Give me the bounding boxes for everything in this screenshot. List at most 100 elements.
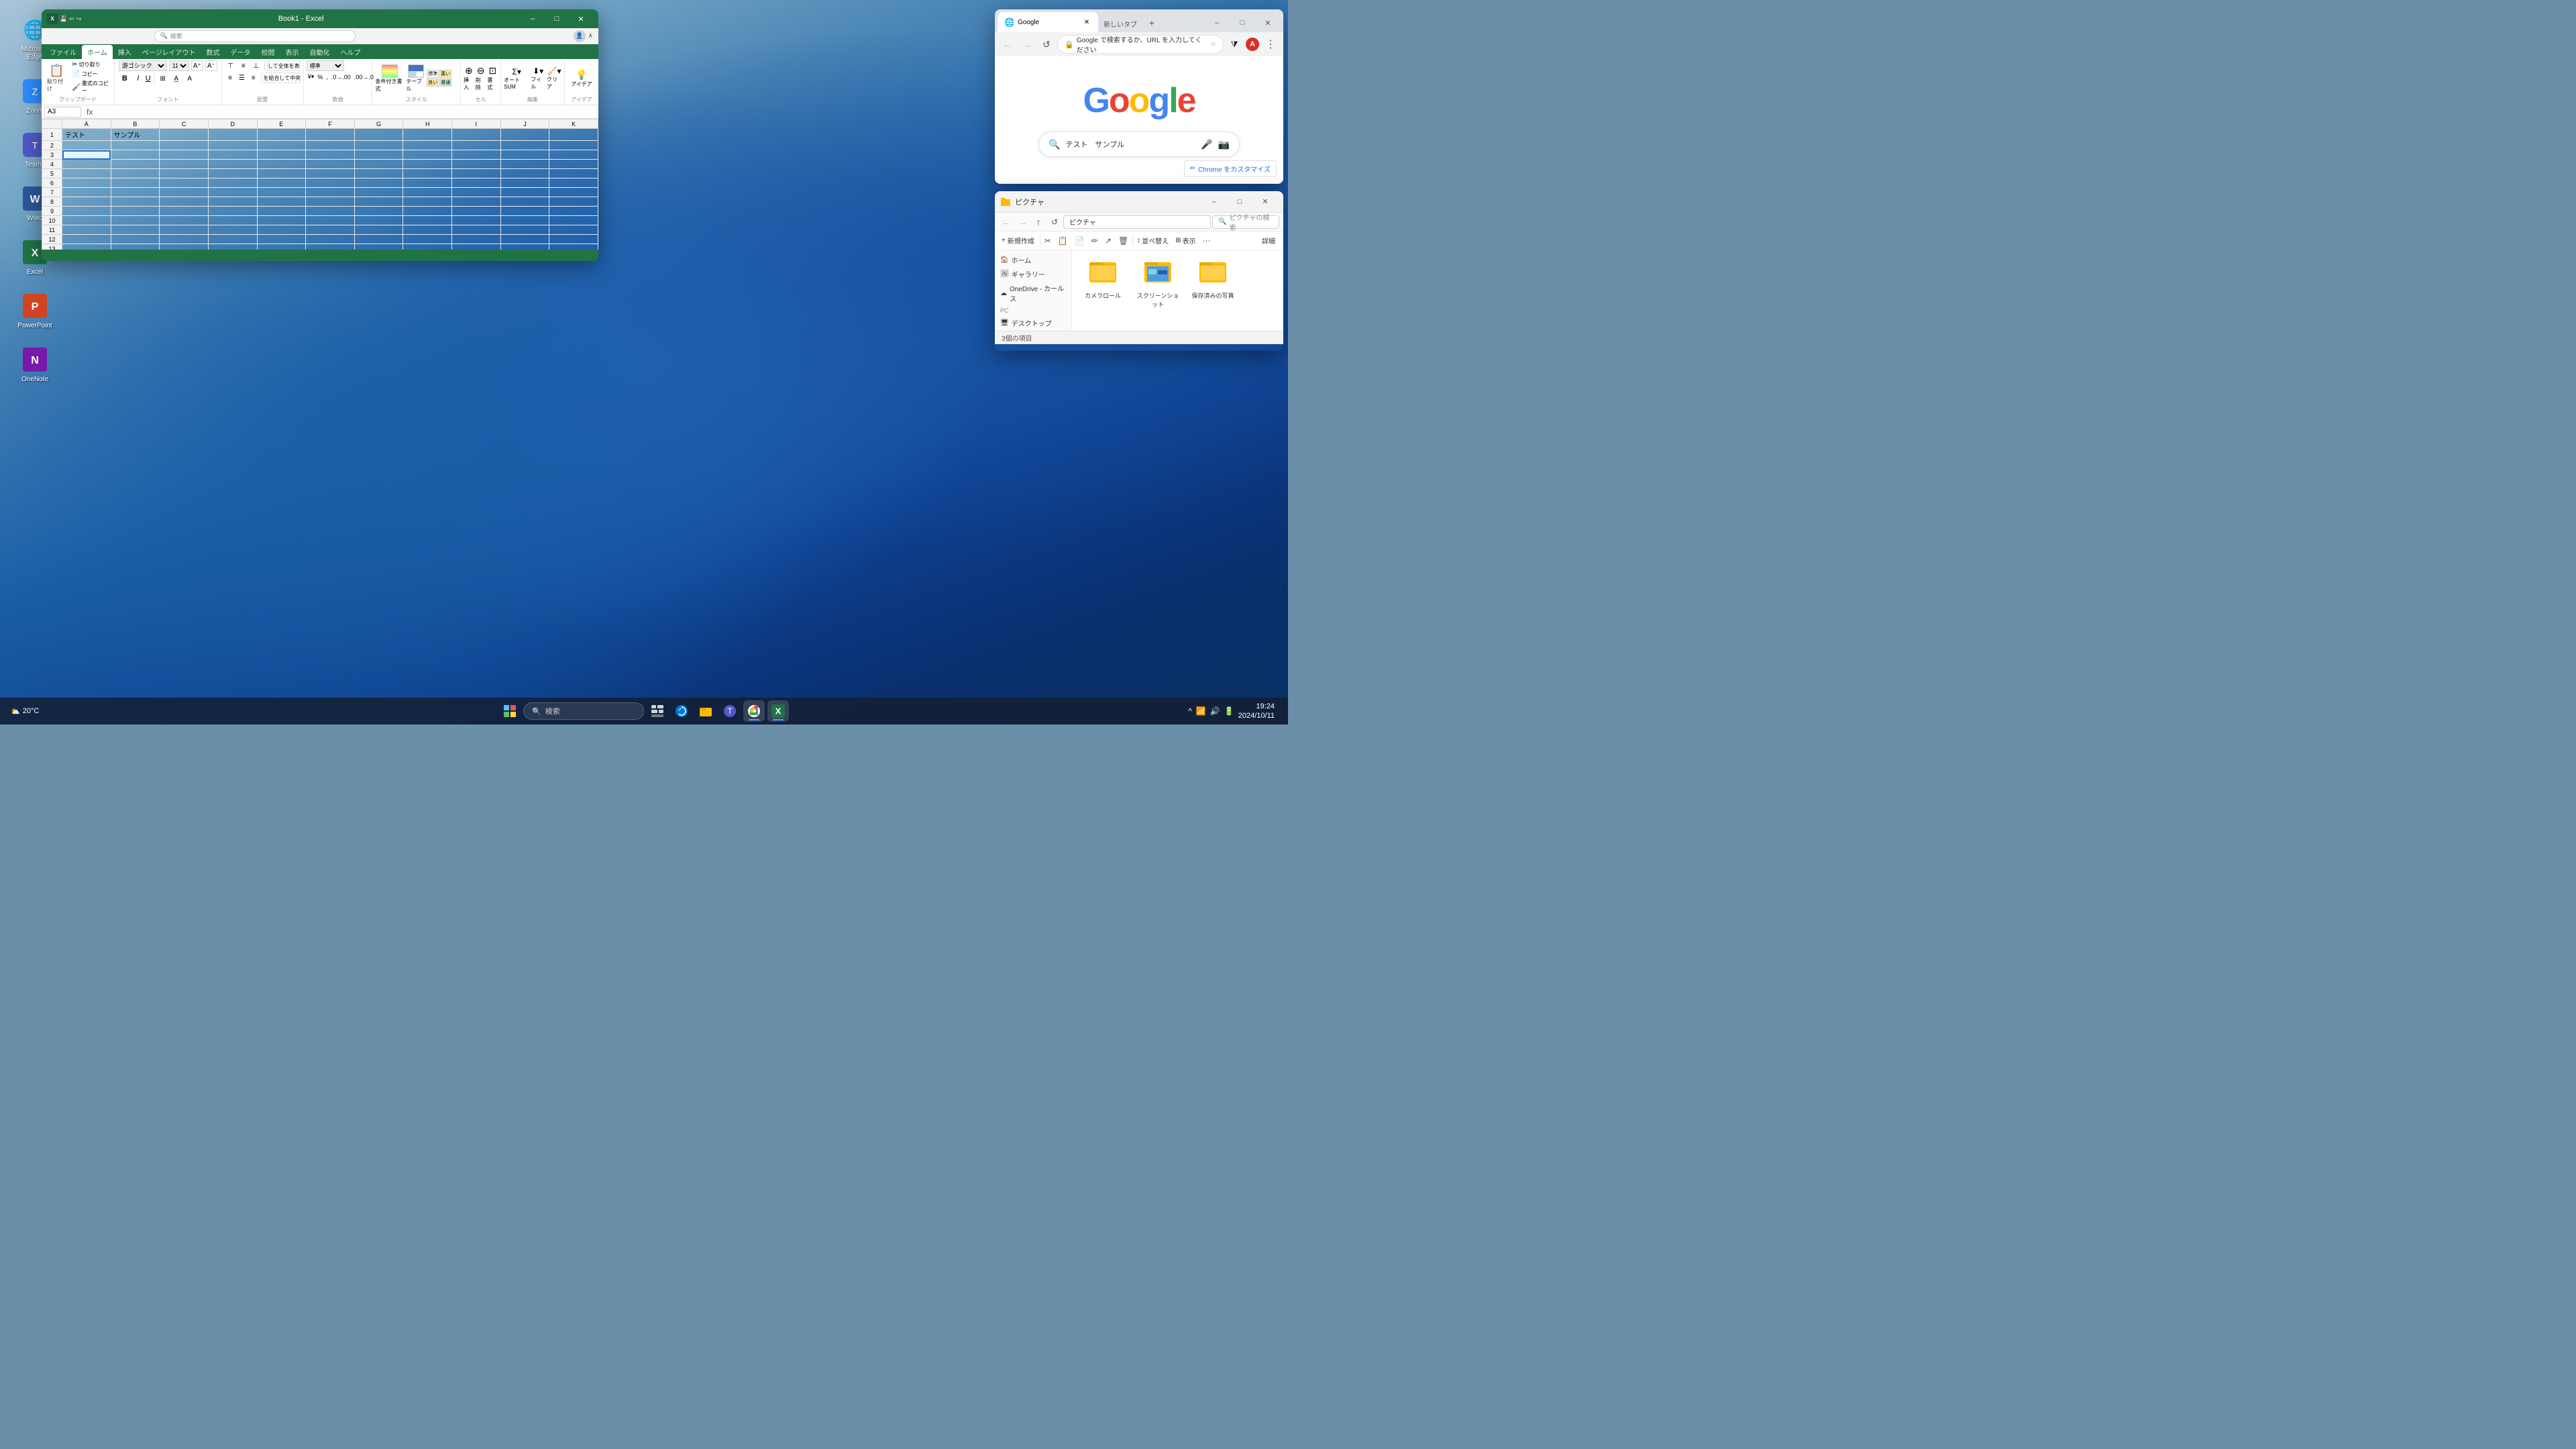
excel-search-box[interactable]: 🔍 検索 (154, 30, 356, 42)
excel-undo-btn[interactable]: ↩ (69, 15, 74, 23)
explorer-more-btn[interactable]: ⋯ (1200, 235, 1214, 247)
explorer-minimize-btn[interactable]: – (1201, 193, 1227, 211)
chrome-bookmark-icon[interactable]: ☆ (1210, 41, 1216, 48)
excel-fill-color-btn[interactable]: A̲ (170, 72, 182, 85)
tray-network-icon[interactable]: 📶 (1196, 706, 1206, 716)
taskbar-weather[interactable]: ⛅ 20°C (5, 707, 44, 716)
excel-align-left-btn[interactable]: ≡ (225, 72, 235, 83)
excel-insert-cells-btn[interactable]: ⊕ 挿入 (464, 65, 474, 91)
excel-copy-btn[interactable]: 📄 コピー (70, 70, 111, 78)
excel-bold-btn[interactable]: B (119, 72, 131, 85)
excel-cell-ref-box[interactable]: A3 (44, 107, 81, 117)
excel-align-right-btn[interactable]: ≡ (248, 72, 259, 83)
excel-clear-btn[interactable]: 🧹▾ クリア (547, 66, 561, 91)
chrome-close-tab-btn[interactable]: ✕ (1082, 17, 1091, 27)
excel-add-sheet-btn[interactable]: + (44, 258, 58, 261)
excel-decrease-decimal-btn[interactable]: .00→.0 (353, 73, 375, 81)
chrome-menu-btn[interactable]: ⋮ (1262, 36, 1279, 53)
explorer-forward-btn[interactable]: → (1015, 215, 1030, 229)
explorer-view-cmd-btn[interactable]: ⊞ 表示 (1173, 234, 1198, 247)
excel-border-btn[interactable]: ⊞ (157, 72, 169, 85)
taskbar-excel-btn[interactable]: X (767, 700, 789, 722)
explorer-back-btn[interactable]: ← (999, 215, 1014, 229)
taskbar-taskview-btn[interactable] (647, 700, 668, 722)
explorer-paste-cmd-btn[interactable]: 📄 (1072, 235, 1087, 247)
excel-tab-help[interactable]: ヘルプ (335, 45, 366, 59)
explorer-rename-cmd-btn[interactable]: ✏ (1089, 235, 1101, 247)
sidebar-item-desktop[interactable]: 🖥 デスクトップ (995, 316, 1071, 330)
desktop-icon-powerpoint[interactable]: P PowerPoint (13, 290, 56, 333)
explorer-search-box[interactable]: 🔍 ピクチャの検索 (1212, 215, 1279, 229)
explorer-close-btn[interactable]: ✕ (1252, 193, 1278, 211)
excel-redo-btn[interactable]: ↪ (76, 15, 82, 23)
excel-font-size-select[interactable]: 11 (169, 60, 189, 71)
folder-screenshots[interactable]: スクリーンショット (1134, 257, 1182, 311)
excel-delete-cells-btn[interactable]: ⊖ 削除 (476, 65, 486, 91)
folder-camera-roll[interactable]: カメラロール (1079, 257, 1127, 311)
excel-cut-btn[interactable]: ✂ 切り取り (70, 60, 111, 69)
excel-style-normal[interactable]: 標準 (427, 70, 439, 78)
excel-fill-btn[interactable]: ⬇▾ フィル (531, 66, 545, 91)
explorer-details-btn[interactable]: 詳細 (1256, 234, 1281, 247)
excel-percent-btn[interactable]: % (316, 73, 324, 81)
excel-align-middle-btn[interactable]: ≡ (237, 60, 250, 71)
excel-number-format-select[interactable]: 標準 (307, 60, 344, 71)
excel-align-top-btn[interactable]: ⊤ (225, 60, 237, 71)
excel-comma-btn[interactable]: , (325, 73, 329, 81)
desktop-icon-onenote[interactable]: N OneNote (13, 343, 56, 386)
excel-minimize-btn[interactable]: – (521, 9, 545, 28)
taskbar-chrome-btn[interactable] (743, 700, 765, 722)
taskbar-search-box[interactable]: 🔍 検索 (523, 702, 644, 720)
taskbar-start-btn[interactable] (499, 700, 521, 722)
excel-tab-review[interactable]: 校閲 (256, 45, 280, 59)
excel-tab-layout[interactable]: ページレイアウト (137, 45, 201, 59)
taskbar-fileexplorer-btn[interactable] (695, 700, 716, 722)
excel-format-table-btn[interactable]: テーブル (406, 64, 425, 93)
explorer-sort-btn[interactable]: ↕ 並べ替え (1134, 234, 1171, 247)
excel-wrap-btn[interactable]: 折り返して全体を表示する (267, 60, 301, 71)
excel-tab-file[interactable]: ファイル (44, 45, 82, 59)
excel-tab-formula[interactable]: 数式 (201, 45, 225, 59)
chrome-inactive-tab[interactable]: 新しいタブ (1098, 15, 1142, 32)
excel-italic-btn[interactable]: I (132, 72, 144, 85)
taskbar-teams-btn[interactable]: T (719, 700, 741, 722)
excel-user-avatar[interactable]: 👤 (574, 30, 586, 42)
explorer-new-btn[interactable]: + 新規作成 (998, 234, 1038, 247)
excel-ribbon-toggle[interactable]: ∧ (588, 32, 593, 40)
chrome-new-tab-btn[interactable]: + (1142, 13, 1161, 32)
excel-tab-home[interactable]: ホーム (82, 45, 113, 59)
explorer-share-cmd-btn[interactable]: ↗ (1102, 235, 1114, 247)
chrome-close-btn[interactable]: ✕ (1255, 13, 1281, 32)
excel-format-painter-btn[interactable]: 🖌 書式のコピー (70, 79, 111, 95)
sidebar-item-home[interactable]: 🏠 ホーム (995, 253, 1071, 267)
sidebar-item-gallery[interactable]: 🖼 ギャラリー (995, 267, 1071, 281)
excel-tab-data[interactable]: データ (225, 45, 256, 59)
explorer-address-bar[interactable]: ピクチャ (1063, 215, 1211, 229)
excel-increase-decimal-btn[interactable]: .0→.00 (330, 73, 352, 81)
google-lens-icon[interactable]: 📷 (1218, 139, 1230, 150)
tray-battery-icon[interactable]: 🔋 (1224, 706, 1234, 716)
chrome-address-bar[interactable]: 🔒 Google で検索するか、URL を入力してください ☆ (1057, 35, 1224, 54)
excel-tab-view[interactable]: 表示 (280, 45, 305, 59)
chrome-profile-icon[interactable]: A (1244, 36, 1261, 53)
sidebar-item-downloads[interactable]: ⬇ ダウンロード (995, 330, 1071, 331)
taskbar-edge-btn[interactable] (671, 700, 692, 722)
folder-saved-photos[interactable]: 保存済みの写真 (1189, 257, 1237, 311)
excel-autosum-btn[interactable]: Σ▾ オートSUM (504, 67, 529, 90)
explorer-delete-cmd-btn[interactable]: 🗑 (1116, 235, 1131, 247)
excel-style-bad[interactable]: 悪い (439, 70, 451, 78)
excel-paste-btn[interactable]: 📋 貼り付け (44, 60, 69, 95)
explorer-cut-cmd-btn[interactable]: ✂ (1042, 235, 1054, 247)
explorer-copy-cmd-btn[interactable]: 📋 (1055, 235, 1071, 247)
tray-volume-icon[interactable]: 🔊 (1210, 706, 1220, 716)
excel-merge-btn[interactable]: セルを結合して中央揃え (264, 72, 301, 83)
excel-save-btn[interactable]: 💾 (60, 15, 67, 23)
explorer-up-btn[interactable]: ↑ (1031, 215, 1046, 229)
chrome-forward-btn[interactable]: → (1018, 36, 1036, 53)
google-search-box[interactable]: 🔍 テスト サンプル 🎤 📷 (1038, 131, 1240, 157)
excel-tab-auto[interactable]: 自動化 (305, 45, 335, 59)
excel-font-family-select[interactable]: 游ゴシック (119, 60, 167, 71)
chrome-reload-btn[interactable]: ↺ (1038, 36, 1055, 53)
excel-underline-btn[interactable]: U (146, 74, 151, 83)
tray-show-hidden-btn[interactable]: ^ (1188, 706, 1192, 716)
